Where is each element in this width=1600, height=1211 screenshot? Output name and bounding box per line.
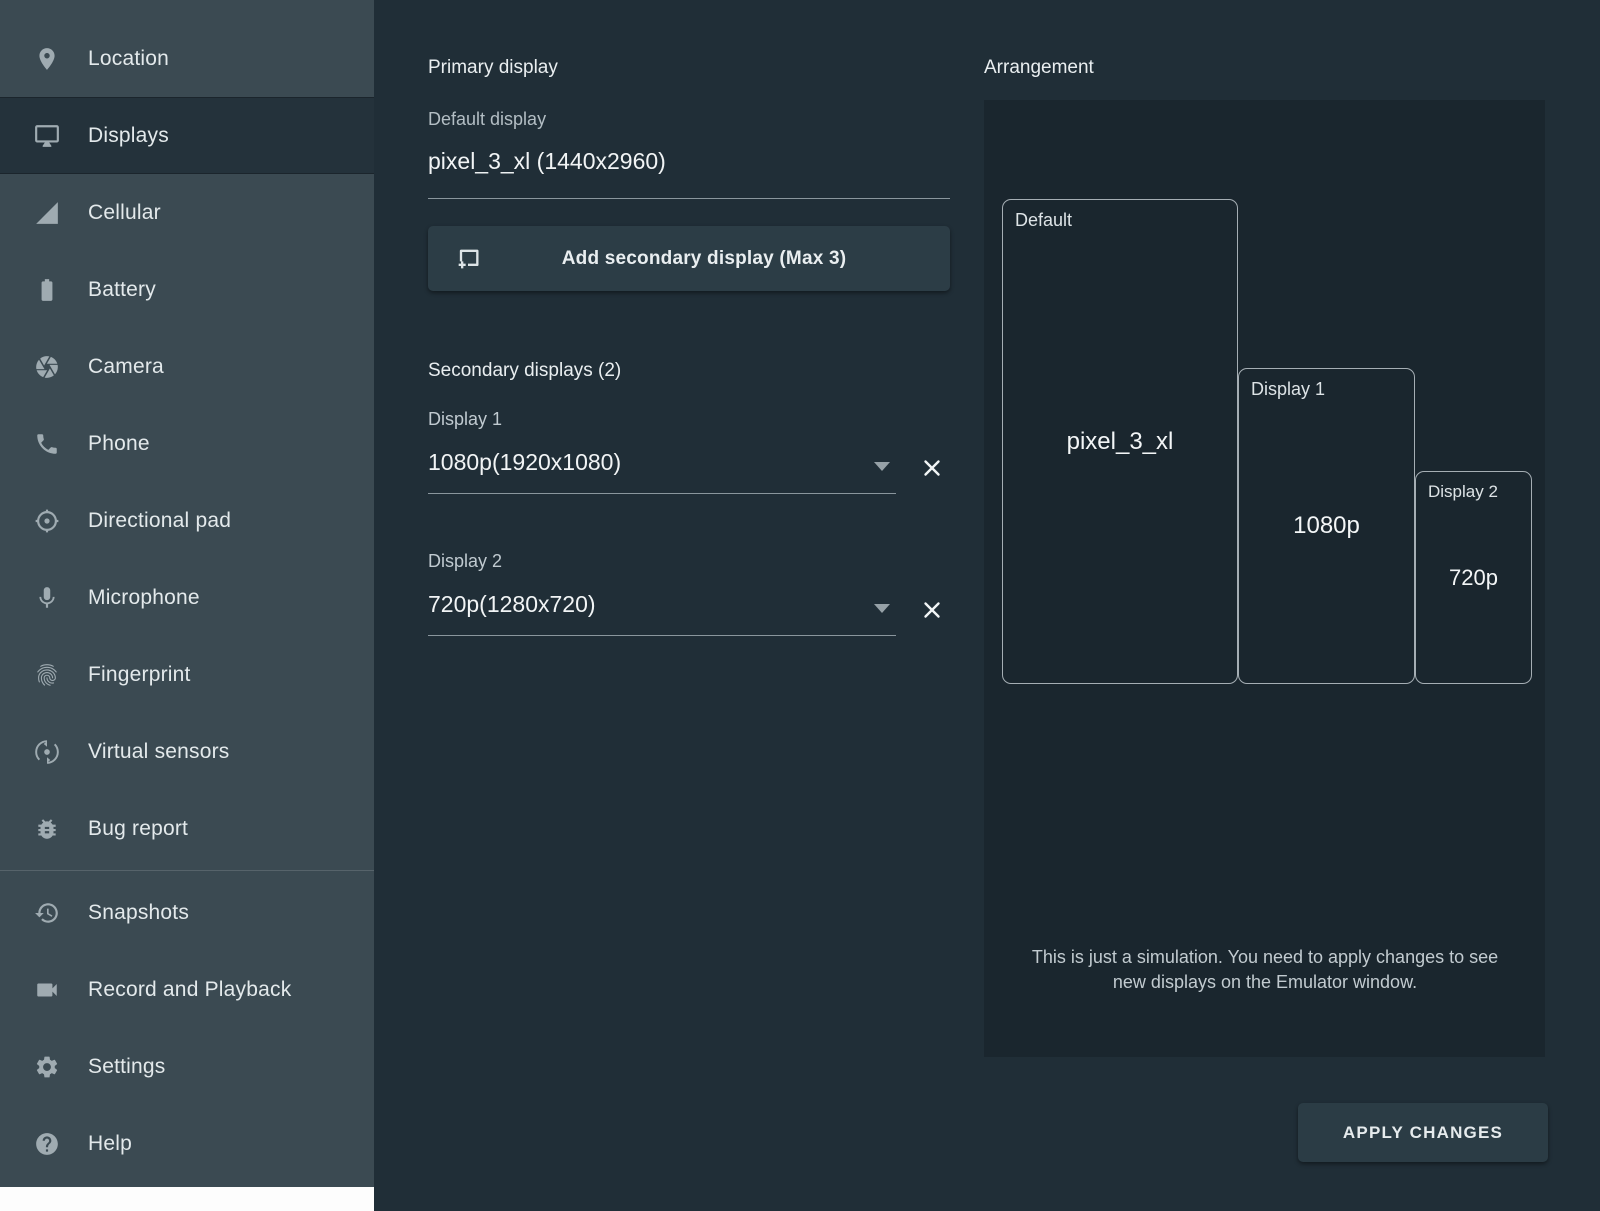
- sidebar-item-directional-pad[interactable]: Directional pad: [0, 482, 374, 559]
- remove-display-1-button[interactable]: [916, 451, 950, 485]
- dpad-icon: [34, 508, 60, 534]
- arrangement-box-label: Display 1: [1251, 379, 1325, 400]
- sidebar-item-label: Record and Playback: [88, 978, 291, 1002]
- virtual-sensors-icon: [34, 739, 60, 765]
- add-secondary-display-button[interactable]: Add secondary display (Max 3): [428, 226, 950, 291]
- sidebar-item-phone[interactable]: Phone: [0, 405, 374, 482]
- desktop-background-strip: [0, 1187, 374, 1211]
- help-icon: [34, 1131, 60, 1157]
- chevron-down-icon: [874, 462, 890, 471]
- apply-changes-button[interactable]: APPLY CHANGES: [1298, 1103, 1548, 1162]
- display-2-select[interactable]: 720p(1280x720): [428, 591, 896, 636]
- sidebar-item-displays[interactable]: Displays: [0, 97, 374, 174]
- arrangement-box-value: 1080p: [1293, 512, 1360, 540]
- sidebar-item-record-playback[interactable]: Record and Playback: [0, 951, 374, 1028]
- sidebar-item-label: Fingerprint: [88, 663, 191, 687]
- display-1-selected-value: 1080p(1920x1080): [428, 449, 621, 476]
- display-1-select[interactable]: 1080p(1920x1080): [428, 449, 896, 494]
- sidebar-item-bug-report[interactable]: Bug report: [0, 790, 374, 867]
- display-1-row: 1080p(1920x1080): [428, 449, 950, 494]
- sidebar-item-label: Location: [88, 47, 169, 71]
- arrangement-box-label: Display 2: [1428, 482, 1498, 502]
- secondary-displays-heading: Secondary displays (2): [428, 360, 950, 382]
- sidebar-item-cellular[interactable]: Cellular: [0, 174, 374, 251]
- sidebar-item-snapshots[interactable]: Snapshots: [0, 874, 374, 951]
- display-1-label: Display 1: [428, 409, 950, 430]
- arrangement-display-1-box[interactable]: Display 1 1080p: [1238, 368, 1415, 684]
- cellular-signal-icon: [34, 200, 60, 226]
- displays-settings-pane: Primary display Default display pixel_3_…: [428, 0, 950, 636]
- arrangement-default-box[interactable]: Default pixel_3_xl: [1002, 199, 1238, 684]
- sidebar-item-fingerprint[interactable]: Fingerprint: [0, 636, 374, 713]
- display-2-row: 720p(1280x720): [428, 591, 950, 636]
- add-display-icon: [454, 245, 482, 273]
- default-display-value: pixel_3_xl (1440x2960): [428, 148, 950, 199]
- sidebar-item-battery[interactable]: Battery: [0, 251, 374, 328]
- sidebar-item-virtual-sensors[interactable]: Virtual sensors: [0, 713, 374, 790]
- sidebar-item-label: Bug report: [88, 817, 188, 841]
- sidebar: Location Displays Cellular Battery Camer…: [0, 0, 374, 1187]
- sidebar-item-label: Phone: [88, 432, 150, 456]
- history-icon: [34, 900, 60, 926]
- arrangement-panel: Default pixel_3_xl Display 1 1080p Displ…: [984, 100, 1545, 1057]
- fingerprint-icon: [34, 662, 60, 688]
- sidebar-item-label: Virtual sensors: [88, 740, 230, 764]
- sidebar-item-label: Snapshots: [88, 901, 189, 925]
- display-2-label: Display 2: [428, 551, 950, 572]
- sidebar-divider: [0, 870, 374, 871]
- sidebar-item-microphone[interactable]: Microphone: [0, 559, 374, 636]
- remove-display-2-button[interactable]: [916, 593, 950, 627]
- sidebar-item-label: Cellular: [88, 201, 161, 225]
- arrangement-heading: Arrangement: [984, 57, 1094, 79]
- microphone-icon: [34, 585, 60, 611]
- simulation-note: This is just a simulation. You need to a…: [1030, 945, 1500, 995]
- default-display-label: Default display: [428, 109, 950, 130]
- arrangement-box-label: Default: [1015, 210, 1072, 231]
- sidebar-item-settings[interactable]: Settings: [0, 1028, 374, 1105]
- primary-display-heading: Primary display: [428, 0, 950, 79]
- sidebar-item-camera[interactable]: Camera: [0, 328, 374, 405]
- sidebar-item-label: Microphone: [88, 586, 200, 610]
- location-pin-icon: [34, 46, 60, 72]
- add-secondary-display-label: Add secondary display (Max 3): [482, 248, 926, 270]
- arrangement-display-2-box[interactable]: Display 2 720p: [1415, 471, 1532, 684]
- arrangement-box-value: pixel_3_xl: [1067, 428, 1174, 456]
- bug-icon: [34, 816, 60, 842]
- monitor-icon: [34, 123, 60, 149]
- display-2-selected-value: 720p(1280x720): [428, 591, 596, 618]
- sidebar-item-label: Displays: [88, 124, 169, 148]
- sidebar-item-help[interactable]: Help: [0, 1105, 374, 1182]
- gear-icon: [34, 1054, 60, 1080]
- sidebar-item-label: Camera: [88, 355, 164, 379]
- arrangement-box-value: 720p: [1449, 565, 1498, 591]
- sidebar-item-location[interactable]: Location: [0, 20, 374, 97]
- sidebar-item-label: Battery: [88, 278, 156, 302]
- camera-aperture-icon: [34, 354, 60, 380]
- sidebar-item-label: Help: [88, 1132, 132, 1156]
- sidebar-item-label: Settings: [88, 1055, 165, 1079]
- sidebar-item-label: Directional pad: [88, 509, 231, 533]
- videocam-icon: [34, 977, 60, 1003]
- battery-icon: [34, 277, 60, 303]
- phone-icon: [34, 431, 60, 457]
- chevron-down-icon: [874, 604, 890, 613]
